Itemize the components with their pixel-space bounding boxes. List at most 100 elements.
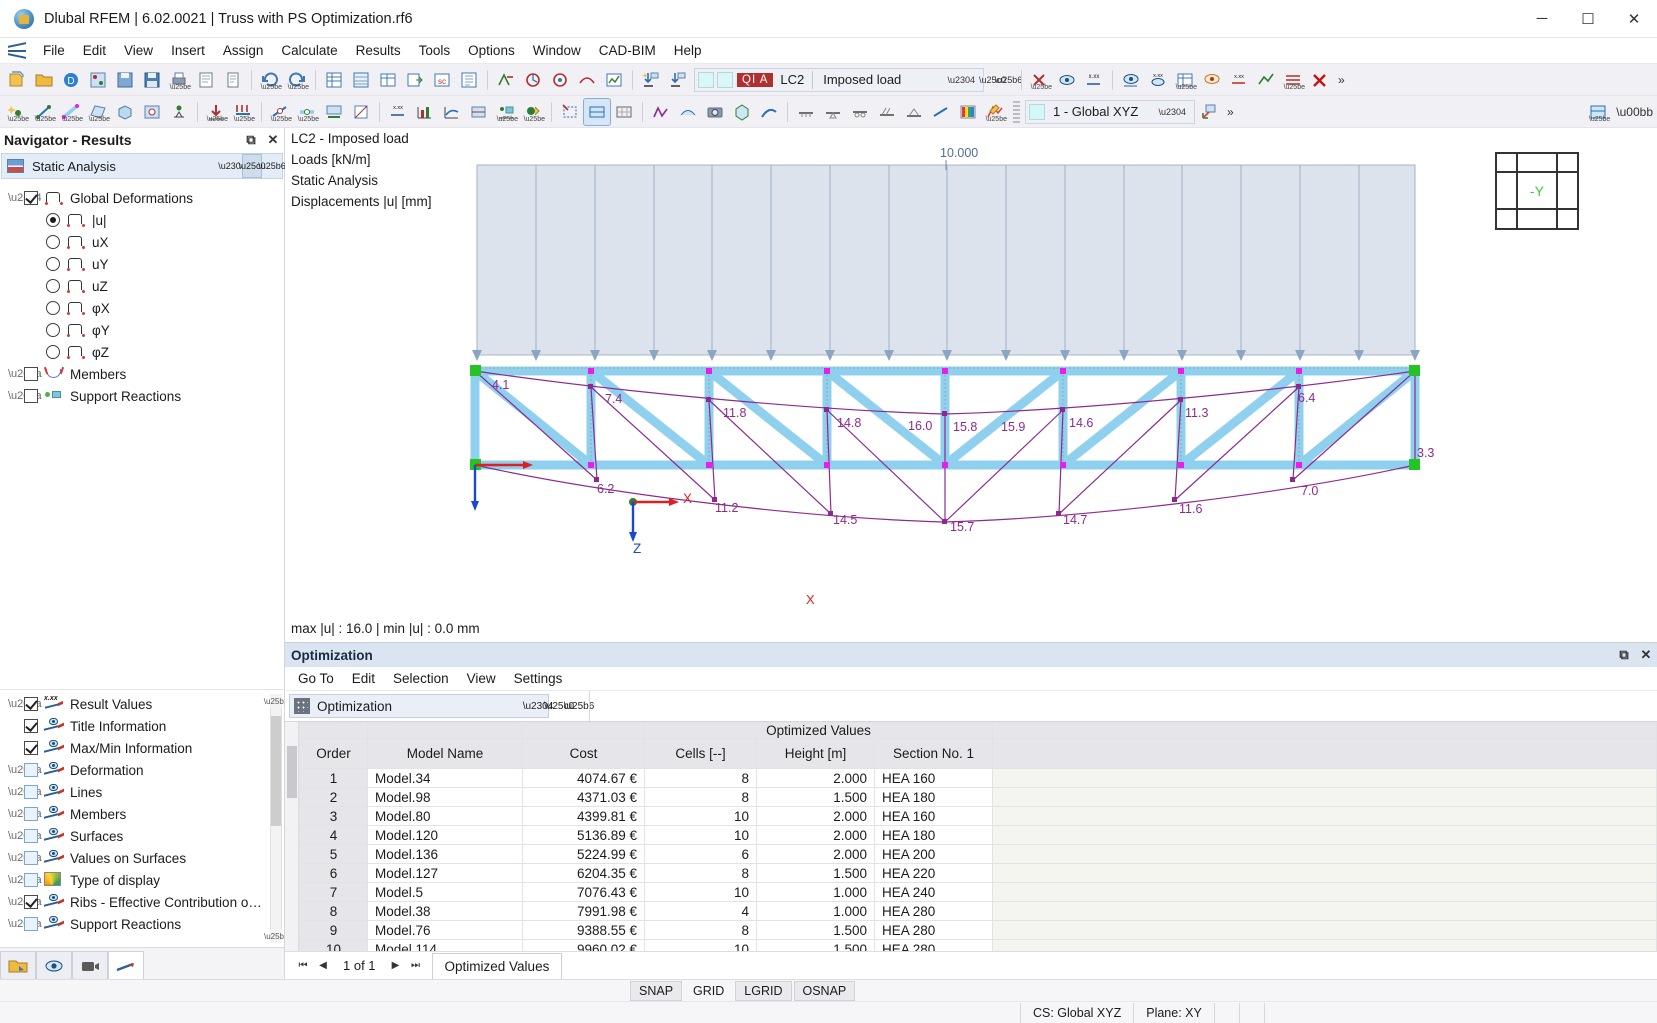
table-row[interactable]: 6 Model.127 6204.35 € 8 1.500 HEA 220 <box>299 863 1657 883</box>
table-export-icon[interactable] <box>402 67 428 93</box>
new-solid-icon[interactable] <box>112 99 138 125</box>
new-line-icon[interactable]: \u25be <box>31 99 57 125</box>
table-row[interactable]: 1 Model.34 4074.67 € 8 2.000 HEA 160 <box>299 768 1657 788</box>
undo-icon[interactable]: \u25be <box>257 67 283 93</box>
tree-item-members-display[interactable]: \u203a Members <box>0 803 284 825</box>
printout-report-icon[interactable] <box>193 67 219 93</box>
tree-item-support-reactions[interactable]: \u203a Support Reactions <box>0 385 284 407</box>
navigator-tab-results[interactable] <box>108 951 144 979</box>
cs-edit-icon[interactable] <box>1196 99 1222 125</box>
chevron-right-icon[interactable]: \u203a <box>8 368 42 380</box>
results-table-icon[interactable]: \u25be <box>1172 67 1198 93</box>
tree-item-surfaces[interactable]: \u203a Surfaces <box>0 825 284 847</box>
result-values-member-icon[interactable]: x.xx <box>385 99 411 125</box>
tree-item-uy[interactable]: uY <box>0 253 284 275</box>
result-marker-icon[interactable]: \u25be <box>520 99 546 125</box>
checkbox[interactable] <box>24 191 38 205</box>
selection-box-icon[interactable] <box>557 99 583 125</box>
support-type-1-icon[interactable] <box>793 99 819 125</box>
new-node-icon[interactable]: \u25be <box>4 99 30 125</box>
render-settings-icon[interactable]: \u25be <box>982 99 1008 125</box>
menu-file[interactable]: File <box>34 39 74 62</box>
scroll-down-arrow-icon[interactable]: \u25bc <box>264 929 284 943</box>
calc-results-icon[interactable] <box>520 67 546 93</box>
sheet-tab-optimized-values[interactable]: Optimized Values <box>431 952 563 979</box>
tree-item-global-deformations[interactable]: \u2304 Global Deformations <box>0 187 284 209</box>
print-icon[interactable]: \u25be <box>166 67 192 93</box>
pagination-next-button[interactable]: ▶ <box>386 956 406 976</box>
result-values-toggle-icon[interactable]: x.xx <box>1226 67 1252 93</box>
optimization-vertical-scrollbar[interactable] <box>285 722 299 951</box>
table-row[interactable]: 9 Model.76 9388.55 € 8 1.500 HEA 280 <box>299 920 1657 940</box>
optimization-close-button[interactable]: ✕ <box>1635 644 1657 666</box>
toggle-grid[interactable]: GRID <box>684 980 734 1001</box>
line-display-icon[interactable] <box>756 99 782 125</box>
minimize-button[interactable]: ─ <box>1519 0 1565 38</box>
tree-item-ux[interactable]: uX <box>0 231 284 253</box>
new-surface-support-icon[interactable] <box>321 99 347 125</box>
table-row[interactable]: 4 Model.120 5136.89 € 10 2.000 HEA 180 <box>299 825 1657 845</box>
optimization-table-selector[interactable]: Optimization \u2304 <box>289 694 553 718</box>
smooth-display-icon[interactable] <box>675 99 701 125</box>
load-case-new-icon[interactable] <box>638 67 664 93</box>
menu-cad-bim[interactable]: CAD-BIM <box>590 39 665 62</box>
table-view-icon[interactable] <box>321 67 347 93</box>
open-model-icon[interactable] <box>31 67 57 93</box>
table-row[interactable]: 7 Model.5 7076.43 € 10 1.000 HEA 240 <box>299 882 1657 902</box>
toolbar-drag-handle[interactable] <box>1013 100 1020 123</box>
pagination-prev-button[interactable]: ◀ <box>313 956 333 976</box>
tree-item-phiy[interactable]: φY <box>0 319 284 341</box>
result-combination-icon[interactable]: \u25be <box>1280 67 1306 93</box>
checkbox[interactable] <box>24 917 38 931</box>
isometric-view-icon[interactable] <box>729 99 755 125</box>
checkbox[interactable] <box>24 851 38 865</box>
close-button[interactable]: ✕ <box>1611 0 1657 38</box>
navigator-tab-display[interactable] <box>36 951 72 979</box>
open-cloud-icon[interactable]: D <box>58 67 84 93</box>
checkbox[interactable] <box>24 873 38 887</box>
optimization-menu-selection[interactable]: Selection <box>384 668 458 689</box>
table-grid-icon[interactable] <box>348 67 374 93</box>
support-type-3-icon[interactable] <box>847 99 873 125</box>
checkbox[interactable] <box>24 895 38 909</box>
save-as-icon[interactable] <box>112 67 138 93</box>
show-results-icon[interactable] <box>1054 67 1080 93</box>
new-stiffener-icon[interactable] <box>348 99 374 125</box>
new-nodal-load-icon[interactable]: \u25be <box>203 99 229 125</box>
optimization-menu-settings[interactable]: Settings <box>505 668 572 689</box>
chevron-right-icon[interactable]: \u203a <box>8 896 42 908</box>
checkbox[interactable] <box>24 697 38 711</box>
coordinate-system-combo[interactable]: 1 - Global XYZ \u2304 <box>1025 99 1195 124</box>
toggle-lgrid[interactable]: LGRID <box>735 980 792 1001</box>
render-mode-icon[interactable] <box>583 97 611 126</box>
chevron-right-icon[interactable]: \u203a <box>8 852 42 864</box>
tree-item-result-values[interactable]: \u203a x.xx Result Values <box>0 693 284 715</box>
calculate-icon[interactable] <box>493 67 519 93</box>
tree-item-maxmin-information[interactable]: Max/Min Information <box>0 737 284 759</box>
navigator-tab-project[interactable] <box>0 951 36 979</box>
new-model-icon[interactable] <box>4 67 30 93</box>
table-list-icon[interactable] <box>456 67 482 93</box>
result-values-xxx-icon[interactable]: x.xx <box>1081 67 1107 93</box>
radio-button[interactable] <box>46 301 60 315</box>
chevron-right-icon[interactable]: \u203a <box>8 808 42 820</box>
result-diagram-icon[interactable] <box>1199 67 1225 93</box>
column-header-cells[interactable]: Cells [--] <box>644 738 757 769</box>
radio-button[interactable] <box>46 345 60 359</box>
chevron-right-icon[interactable]: \u203a <box>8 390 42 402</box>
model-viewport[interactable]: LC2 - Imposed load Loads [kN/m] Static A… <box>285 128 1657 642</box>
scroll-up-arrow-icon[interactable]: \u25b2 <box>264 694 284 708</box>
tree-item-members[interactable]: \u203a Members <box>0 363 284 385</box>
tree-item-phiz[interactable]: φZ <box>0 341 284 363</box>
analysis-type-combo[interactable]: Static Analysis \u2304 \u25c0 \u25b6 <box>1 153 286 179</box>
camera-icon[interactable] <box>702 99 728 125</box>
table-edit-icon[interactable] <box>375 67 401 93</box>
navigator-tab-camera[interactable] <box>72 951 108 979</box>
tree-item-support-reactions-display[interactable]: \u203a Support Reactions <box>0 913 284 935</box>
radio-button[interactable] <box>46 257 60 271</box>
menu-assign[interactable]: Assign <box>214 39 273 62</box>
tree-item-lines[interactable]: \u203a Lines <box>0 781 284 803</box>
optimization-menu-edit[interactable]: Edit <box>343 668 384 689</box>
radio-button[interactable] <box>46 323 60 337</box>
table-row[interactable]: 3 Model.80 4399.81 € 10 2.000 HEA 160 <box>299 806 1657 826</box>
